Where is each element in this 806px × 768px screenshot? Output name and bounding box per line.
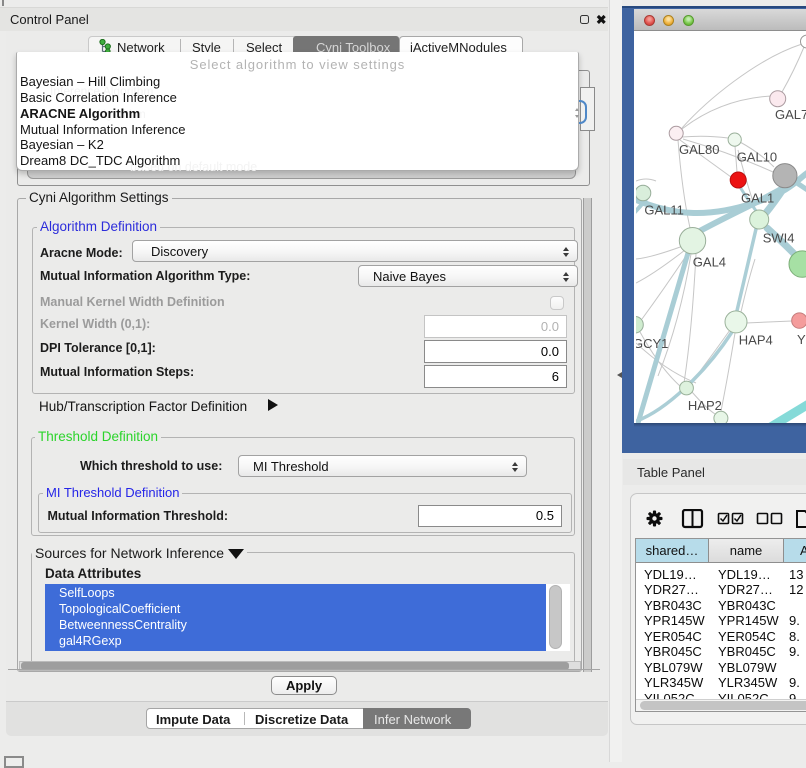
svg-text:GAL7: GAL7	[775, 107, 806, 122]
svg-text:GAL4: GAL4	[693, 255, 726, 270]
svg-text:GAL80: GAL80	[679, 142, 719, 157]
svg-text:HAP2: HAP2	[688, 398, 722, 413]
svg-text:GAL11: GAL11	[644, 203, 684, 218]
svg-text:HAP4: HAP4	[739, 333, 773, 348]
svg-text:Y: Y	[797, 332, 806, 347]
svg-text:GAL10: GAL10	[737, 150, 777, 165]
svg-text:SWI4: SWI4	[763, 231, 795, 246]
svg-text:GAL1: GAL1	[741, 191, 774, 206]
svg-text:GCY1: GCY1	[636, 336, 668, 351]
